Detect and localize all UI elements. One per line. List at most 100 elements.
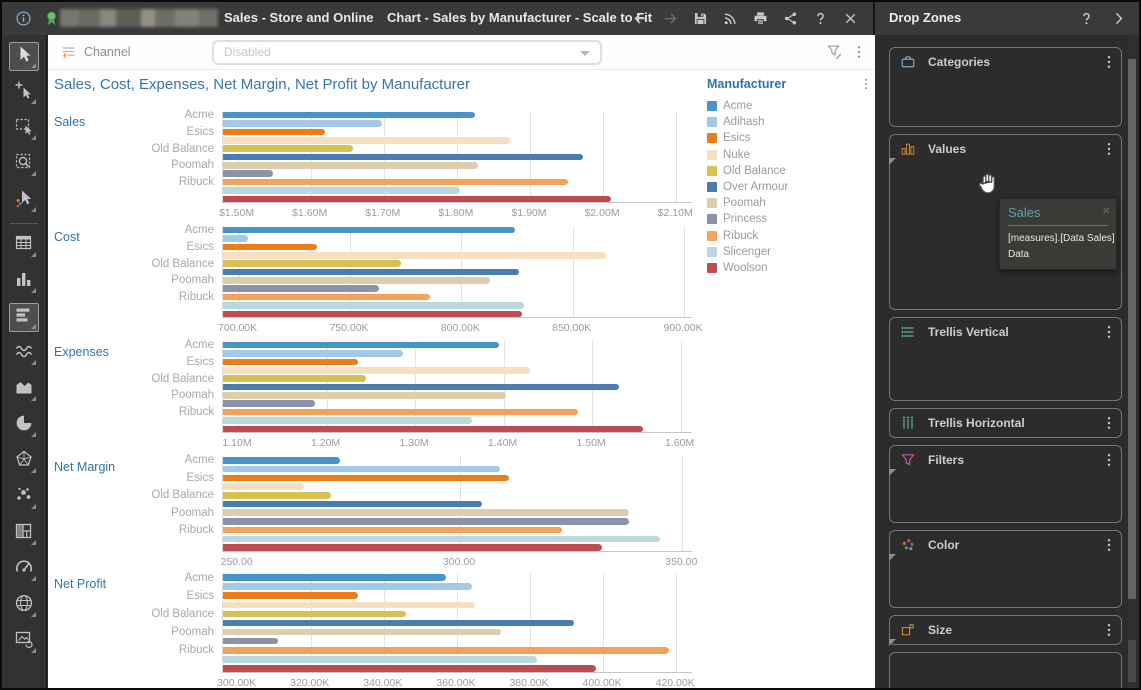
bar-over-armour[interactable]: [223, 154, 583, 161]
tool-scatter-chart[interactable]: [9, 483, 39, 512]
bar-acme[interactable]: [223, 574, 446, 581]
tool-table[interactable]: [9, 231, 39, 260]
bar-esics[interactable]: [223, 359, 358, 366]
bar-adihash[interactable]: [223, 350, 403, 357]
bar-ribuck[interactable]: [223, 409, 578, 416]
bar-nuke[interactable]: [223, 483, 304, 490]
bar-esics[interactable]: [223, 475, 509, 482]
tool-line-chart[interactable]: [9, 339, 39, 368]
tool-gauge[interactable]: [9, 555, 39, 584]
bar-over-armour[interactable]: [223, 384, 619, 391]
filter-edit-icon[interactable]: [825, 43, 843, 61]
legend-item[interactable]: Nuke: [707, 147, 873, 163]
bar-acme[interactable]: [223, 227, 515, 234]
bar-poomah[interactable]: [223, 277, 490, 284]
tool-map[interactable]: [9, 591, 39, 620]
bar-woolson[interactable]: [223, 196, 611, 203]
bar-princess[interactable]: [223, 400, 315, 407]
legend-item[interactable]: Woolson: [707, 260, 873, 276]
bar-woolson[interactable]: [223, 311, 522, 318]
bar-slicenger[interactable]: [223, 187, 460, 194]
bar-slicenger[interactable]: [223, 536, 660, 543]
bar-woolson[interactable]: [223, 544, 602, 551]
section-menu-icon[interactable]: [1101, 537, 1117, 553]
legend-item[interactable]: Ribuck: [707, 228, 873, 244]
tool-pointer[interactable]: [9, 42, 39, 71]
tool-radar-chart[interactable]: [9, 447, 39, 476]
tool-zoom-select[interactable]: [9, 150, 39, 179]
bar-nuke[interactable]: [223, 367, 530, 374]
bar-old-balance[interactable]: [223, 375, 366, 382]
legend-item[interactable]: Esics: [707, 130, 873, 146]
section-menu-icon[interactable]: [1101, 415, 1117, 431]
bar-poomah[interactable]: [223, 392, 506, 399]
channel-dropdown[interactable]: Disabled: [212, 40, 602, 65]
bar-nuke[interactable]: [223, 602, 475, 609]
bar-poomah[interactable]: [223, 629, 501, 636]
bar-esics[interactable]: [223, 592, 358, 599]
drop-zones-help-icon[interactable]: [1078, 10, 1095, 27]
tooltip-close-icon[interactable]: ×: [1102, 203, 1110, 218]
bar-princess[interactable]: [223, 285, 379, 292]
bar-poomah[interactable]: [223, 162, 478, 169]
drop-zones-collapse-icon[interactable]: [1110, 10, 1127, 27]
bar-woolson[interactable]: [223, 665, 596, 672]
bar-over-armour[interactable]: [223, 620, 574, 627]
bar-old-balance[interactable]: [223, 611, 406, 618]
bar-adihash[interactable]: [223, 583, 472, 590]
bar-woolson[interactable]: [223, 426, 643, 433]
help-icon[interactable]: [812, 10, 829, 27]
close-icon[interactable]: [842, 10, 859, 27]
bar-old-balance[interactable]: [223, 260, 401, 267]
bar-acme[interactable]: [223, 342, 499, 349]
bar-acme[interactable]: [223, 457, 340, 464]
bar-acme[interactable]: [223, 112, 475, 119]
info-icon[interactable]: [15, 10, 32, 27]
bar-princess[interactable]: [223, 518, 629, 525]
bar-adihash[interactable]: [223, 466, 500, 473]
bar-over-armour[interactable]: [223, 501, 482, 508]
bar-slicenger[interactable]: [223, 302, 524, 309]
legend-item[interactable]: Acme: [707, 98, 873, 114]
legend-item[interactable]: Princess: [707, 211, 873, 227]
save-icon[interactable]: [692, 10, 709, 27]
tool-pie-chart[interactable]: [9, 411, 39, 440]
tool-rect-select[interactable]: [9, 114, 39, 143]
section-menu-icon[interactable]: [1101, 622, 1117, 638]
legend-item[interactable]: Slicenger: [707, 244, 873, 260]
feed-icon[interactable]: [722, 10, 739, 27]
share-icon[interactable]: [782, 10, 799, 27]
bar-princess[interactable]: [223, 638, 278, 645]
bar-ribuck[interactable]: [223, 647, 669, 654]
tool-pointer-add[interactable]: [9, 78, 39, 107]
tool-smart-select[interactable]: [9, 186, 39, 215]
bar-adihash[interactable]: [223, 120, 382, 127]
section-menu-icon[interactable]: [1101, 452, 1117, 468]
bar-old-balance[interactable]: [223, 492, 331, 499]
bar-adihash[interactable]: [223, 235, 248, 242]
print-icon[interactable]: [752, 10, 769, 27]
back-icon[interactable]: [632, 10, 649, 27]
legend-menu-icon[interactable]: [859, 76, 873, 92]
bar-ribuck[interactable]: [223, 294, 430, 301]
section-menu-icon[interactable]: [1101, 141, 1117, 157]
section-menu-icon[interactable]: [1101, 54, 1117, 70]
bar-nuke[interactable]: [223, 252, 606, 259]
tool-bar-chart[interactable]: [9, 303, 39, 332]
bar-slicenger[interactable]: [223, 656, 537, 663]
tool-area-chart[interactable]: [9, 375, 39, 404]
tool-column-chart[interactable]: [9, 267, 39, 296]
legend-item[interactable]: Adihash: [707, 114, 873, 130]
tool-treemap[interactable]: [9, 519, 39, 548]
scrollbar-thumb[interactable]: [1128, 59, 1136, 599]
tool-image[interactable]: [9, 627, 39, 656]
bar-esics[interactable]: [223, 129, 325, 136]
scrollbar-step[interactable]: [1128, 640, 1136, 682]
bar-ribuck[interactable]: [223, 527, 562, 534]
bar-ribuck[interactable]: [223, 179, 568, 186]
bar-princess[interactable]: [223, 170, 273, 177]
bar-esics[interactable]: [223, 244, 317, 251]
filter-bar-menu-icon[interactable]: [851, 43, 867, 61]
bar-over-armour[interactable]: [223, 269, 519, 276]
legend-item[interactable]: Old Balance: [707, 163, 873, 179]
